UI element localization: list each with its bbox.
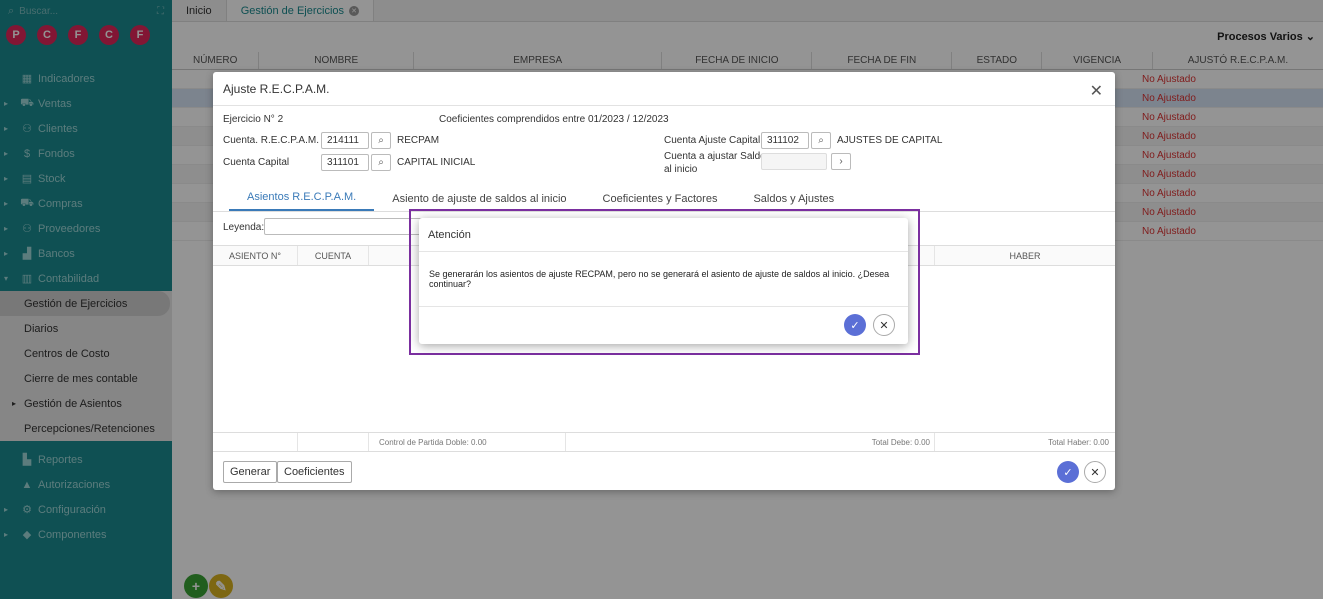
- column-header[interactable]: HABER: [935, 246, 1115, 265]
- cuenta-capital-name: CAPITAL INICIAL: [397, 157, 476, 168]
- column-header[interactable]: CUENTA: [298, 246, 369, 265]
- cuenta-recpam-name: RECPAM: [397, 135, 440, 146]
- column-header[interactable]: ASIENTO N°: [213, 246, 298, 265]
- totals-row: Control de Partida Doble: 0.00 Total Deb…: [213, 432, 1115, 452]
- confirm-button[interactable]: ✓: [1057, 461, 1079, 483]
- cancel-button[interactable]: ✕: [1084, 461, 1106, 483]
- close-icon[interactable]: ✕: [1090, 81, 1103, 101]
- ejercicio-label: Ejercicio N° 2: [223, 114, 284, 125]
- cuenta-recpam-field[interactable]: 214111: [321, 132, 369, 149]
- atencion-dialog: Atención Se generarán los asientos de aj…: [419, 218, 908, 344]
- cuenta-ajuste-name: AJUSTES DE CAPITAL: [837, 135, 943, 146]
- cuenta-saldos-field[interactable]: [761, 153, 827, 170]
- search-icon[interactable]: ⌕: [811, 132, 831, 149]
- control-partida-doble: Control de Partida Doble: 0.00: [369, 433, 566, 451]
- coeficientes-range: Coeficientes comprendidos entre 01/2023 …: [439, 114, 669, 125]
- leyenda-label: Leyenda:: [223, 222, 265, 233]
- dialog-message: Se generarán los asientos de ajuste RECP…: [419, 252, 908, 307]
- cuenta-recpam-label: Cuenta. R.E.C.P.A.M.: [223, 135, 319, 146]
- cuenta-ajuste-label: Cuenta Ajuste Capital: [664, 135, 761, 146]
- check-icon: ✓: [1063, 466, 1073, 479]
- search-icon[interactable]: ⌕: [371, 132, 391, 149]
- cuenta-capital-field[interactable]: 311101: [321, 154, 369, 171]
- tab-asientos-recpam[interactable]: Asientos R.E.C.P.A.M.: [229, 191, 375, 211]
- modal-title: Ajuste R.E.C.P.A.M.: [213, 72, 1115, 106]
- dialog-confirm-button[interactable]: ✓: [844, 314, 866, 336]
- modal-actions: Generar Coeficientes ✓ ✕: [213, 452, 1115, 490]
- cuenta-saldos-label-2: al inicio: [664, 164, 698, 175]
- close-icon: ✕: [1090, 466, 1100, 479]
- generar-button[interactable]: Generar: [223, 461, 278, 483]
- cuenta-saldos-label: Cuenta a ajustar Saldos: [664, 151, 771, 162]
- total-debe: Total Debe: 0.00: [566, 433, 935, 451]
- chevron-right-icon[interactable]: ›: [831, 153, 851, 170]
- modal-info: Ejercicio N° 2 Coeficientes comprendidos…: [213, 106, 1115, 186]
- close-icon: ✕: [879, 319, 889, 332]
- check-icon: ✓: [850, 319, 860, 332]
- total-haber: Total Haber: 0.00: [1048, 437, 1109, 447]
- dialog-title: Atención: [419, 218, 908, 252]
- cuenta-capital-label: Cuenta Capital: [223, 157, 290, 168]
- dialog-cancel-button[interactable]: ✕: [873, 314, 895, 336]
- coeficientes-button[interactable]: Coeficientes: [277, 461, 352, 483]
- search-icon[interactable]: ⌕: [371, 154, 391, 171]
- cuenta-ajuste-field[interactable]: 311102: [761, 132, 809, 149]
